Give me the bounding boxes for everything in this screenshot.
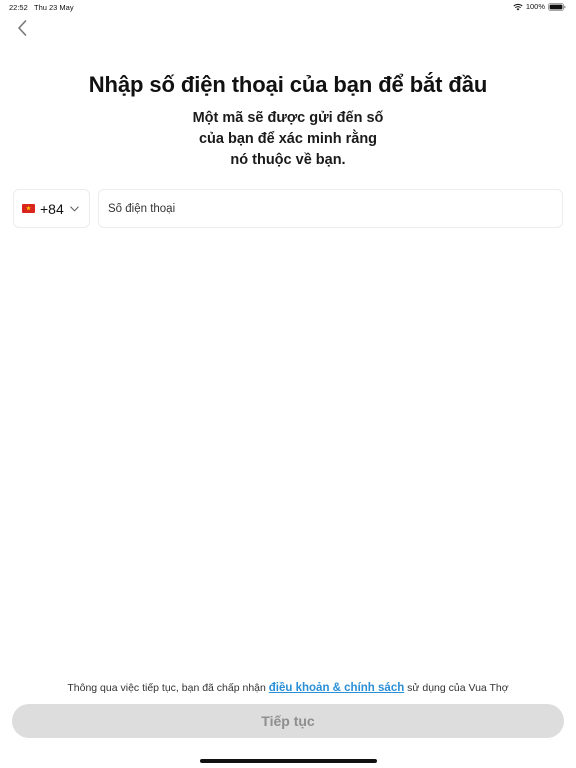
country-code-picker[interactable]: +84 xyxy=(13,189,90,228)
status-date: Thu 23 May xyxy=(34,3,74,12)
subtitle-line: nó thuộc về bạn. xyxy=(230,152,346,168)
terms-prefix: Thông qua việc tiếp tục, bạn đã chấp nhậ… xyxy=(67,682,269,694)
terms-link[interactable]: điều khoản & chính sách xyxy=(269,682,404,694)
status-bar: 22:52 Thu 23 May 100% xyxy=(0,0,576,14)
chevron-down-icon xyxy=(70,206,79,211)
phone-number-input[interactable] xyxy=(98,189,563,228)
chevron-left-icon xyxy=(18,20,27,36)
dial-code: +84 xyxy=(40,200,64,217)
page-title: Nhập số điện thoại của bạn để bắt đầu xyxy=(88,72,488,97)
continue-button[interactable]: Tiếp tục xyxy=(12,704,564,738)
status-indicators: 100% xyxy=(513,2,566,11)
wifi-icon xyxy=(513,3,523,10)
terms-notice: Thông qua việc tiếp tục, bạn đã chấp nhậ… xyxy=(0,682,576,694)
terms-suffix: sử dụng của Vua Thợ xyxy=(404,682,509,694)
page-subtitle: Một mã sẽ được gửi đến số của bạn để xác… xyxy=(0,108,576,171)
status-time: 22:52 xyxy=(9,3,28,12)
battery-percent: 100% xyxy=(525,2,545,11)
subtitle-line: của bạn để xác minh rằng xyxy=(198,131,378,147)
vietnam-flag-icon xyxy=(22,204,35,213)
back-button[interactable] xyxy=(11,17,33,39)
home-indicator xyxy=(200,759,377,763)
subtitle-line: Một mã sẽ được gửi đến số xyxy=(192,110,384,126)
battery-icon xyxy=(548,2,566,11)
